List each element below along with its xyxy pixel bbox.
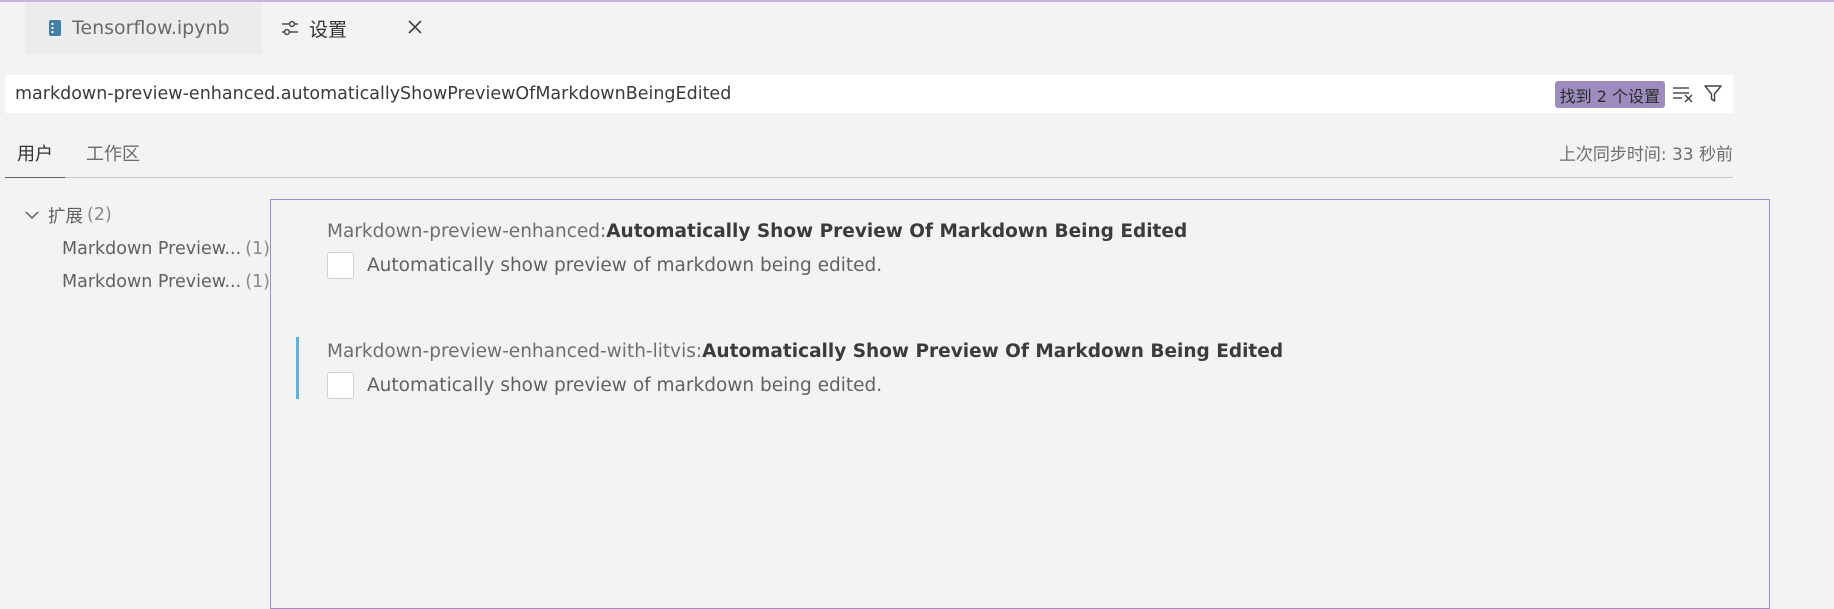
tab-label: Tensorflow.ipynb	[72, 17, 230, 39]
settings-search-input[interactable]	[5, 75, 1535, 113]
toc-item-label: Markdown Preview...	[62, 239, 242, 259]
close-icon[interactable]	[404, 16, 426, 38]
setting-checkbox[interactable]	[327, 252, 354, 279]
setting-item: Markdown-preview-enhanced-with-litvis: A…	[296, 337, 1513, 399]
setting-category: Markdown-preview-enhanced-with-litvis:	[327, 340, 703, 362]
toc-group-count: (2)	[87, 205, 112, 225]
setting-control-row: Automatically show preview of markdown b…	[313, 252, 1513, 279]
settings-sliders-icon	[281, 20, 299, 36]
filter-icon[interactable]	[1701, 82, 1725, 106]
setting-name: Automatically Show Preview Of Markdown B…	[702, 340, 1284, 362]
sync-status: 上次同步时间: 33 秒前	[1558, 145, 1733, 165]
setting-item: Markdown-preview-enhanced: Automatically…	[313, 217, 1513, 279]
toc-group-extensions[interactable]: 扩展 (2)	[24, 200, 264, 230]
chevron-down-icon	[24, 209, 40, 221]
setting-description: Automatically show preview of markdown b…	[367, 255, 883, 276]
setting-name: Automatically Show Preview Of Markdown B…	[606, 220, 1188, 242]
editor-tab-bar: Tensorflow.ipynb 设置	[0, 2, 1834, 54]
setting-checkbox[interactable]	[327, 372, 354, 399]
settings-list-panel: Markdown-preview-enhanced: Automatically…	[270, 199, 1770, 609]
search-result-badge: 找到 2 个设置	[1554, 81, 1665, 108]
tab-label: 设置	[309, 18, 348, 41]
tab-tensorflow-notebook[interactable]: Tensorflow.ipynb	[25, 2, 262, 54]
toc-item-count: (1)	[245, 272, 270, 292]
toc-item-label: Markdown Preview...	[62, 272, 242, 292]
focus-indicator	[296, 337, 299, 399]
setting-control-row: Automatically show preview of markdown b…	[313, 372, 1513, 399]
tab-user-settings[interactable]: 用户	[5, 140, 65, 178]
toc-item[interactable]: Markdown Preview... (1)	[62, 267, 270, 297]
toc-item-count: (1)	[245, 239, 270, 259]
setting-title: Markdown-preview-enhanced-with-litvis: A…	[313, 337, 1513, 365]
toc-group-label: 扩展	[48, 206, 83, 227]
clear-filter-icon[interactable]	[1671, 82, 1695, 106]
toc-item[interactable]: Markdown Preview... (1)	[62, 234, 270, 264]
tab-settings[interactable]: 设置	[262, 2, 442, 54]
setting-title: Markdown-preview-enhanced: Automatically…	[313, 217, 1513, 245]
settings-search-bar: 找到 2 个设置	[5, 75, 1733, 113]
settings-scope-tabs: 用户 工作区 上次同步时间: 33 秒前	[5, 130, 1733, 178]
notebook-icon	[48, 19, 62, 37]
setting-description: Automatically show preview of markdown b…	[367, 375, 883, 396]
tab-workspace-settings[interactable]: 工作区	[74, 140, 152, 178]
setting-category: Markdown-preview-enhanced:	[327, 220, 607, 242]
